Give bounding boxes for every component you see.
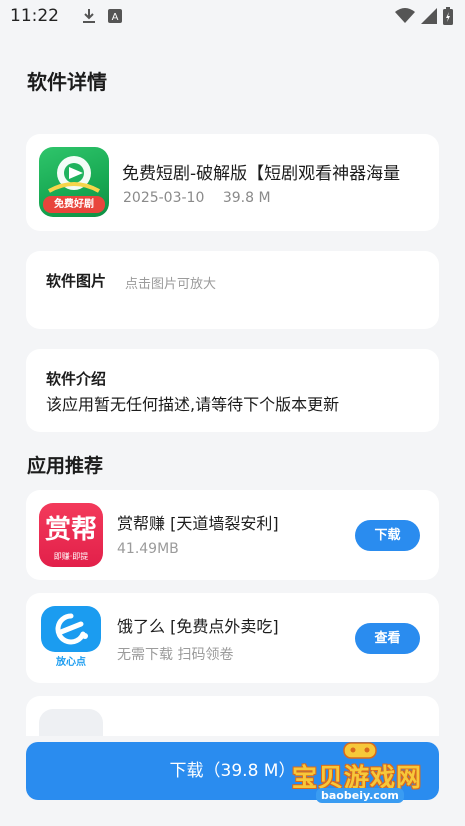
download-icon: [81, 8, 97, 24]
recommend-app-name: 赏帮赚 [天道墙裂安利]: [117, 514, 279, 533]
screenshots-hint: 点击图片可放大: [125, 277, 217, 292]
recommend-icon-sub: 放心点: [56, 657, 86, 668]
eleme-logo-icon: [41, 606, 101, 652]
download-main-button[interactable]: 下载（39.8 M）: [26, 742, 439, 800]
battery-icon: [443, 7, 453, 29]
recommend-icon-text: 赏帮: [44, 515, 97, 545]
download-button[interactable]: 下载: [355, 520, 420, 551]
svg-text:A: A: [112, 12, 119, 23]
app-name: 免费短剧-破解版【短剧观看神器海量: [122, 164, 401, 184]
recommend-title: 应用推荐: [27, 455, 104, 477]
recommend-app-icon: 赏帮 即赚·即提: [39, 503, 103, 567]
recommend-app-subtitle: 无需下载 扫码领卷: [117, 647, 234, 663]
recommend-item[interactable]: 赏帮 即赚·即提 赏帮赚 [天道墙裂安利] 41.49MB 下载: [26, 490, 439, 580]
recommend-app-name: 饿了么 [免费点外卖吃]: [117, 617, 279, 636]
app-date: 2025-03-10: [123, 190, 205, 206]
recommend-item[interactable]: 放心点 饿了么 [免费点外卖吃] 无需下载 扫码领卷 查看: [26, 593, 439, 683]
status-bar: 11:22 A: [0, 0, 465, 32]
page-title: 软件详情: [27, 70, 107, 94]
description-card: 软件介绍 该应用暂无任何描述,请等待下个版本更新: [26, 349, 439, 432]
status-time: 11:22: [10, 6, 59, 26]
wifi-icon: [395, 8, 415, 28]
recommend-item[interactable]: [26, 696, 439, 736]
recommend-icon-sub: 即赚·即提: [53, 552, 89, 561]
view-button[interactable]: 查看: [355, 623, 420, 654]
screenshots-label: 软件图片: [46, 272, 107, 290]
app-info-card: 免费好剧 免费短剧-破解版【短剧观看神器海量 2025-03-10 39.8 M: [26, 134, 439, 231]
recommend-app-size: 41.49MB: [117, 541, 179, 557]
recommend-app-icon: [39, 709, 103, 736]
recommend-app-icon: 放心点: [39, 606, 103, 670]
app-meta: 2025-03-10 39.8 M: [123, 190, 271, 206]
app-icon-badge: 免费好剧: [43, 196, 105, 213]
app-icon: 免费好剧: [39, 147, 109, 217]
app-size: 39.8 M: [222, 190, 271, 206]
description-label: 软件介绍: [46, 370, 107, 388]
signal-icon: [421, 8, 437, 28]
screenshots-card[interactable]: 软件图片 点击图片可放大: [26, 251, 439, 329]
a-icon: A: [107, 8, 123, 24]
description-text: 该应用暂无任何描述,请等待下个版本更新: [46, 395, 340, 414]
